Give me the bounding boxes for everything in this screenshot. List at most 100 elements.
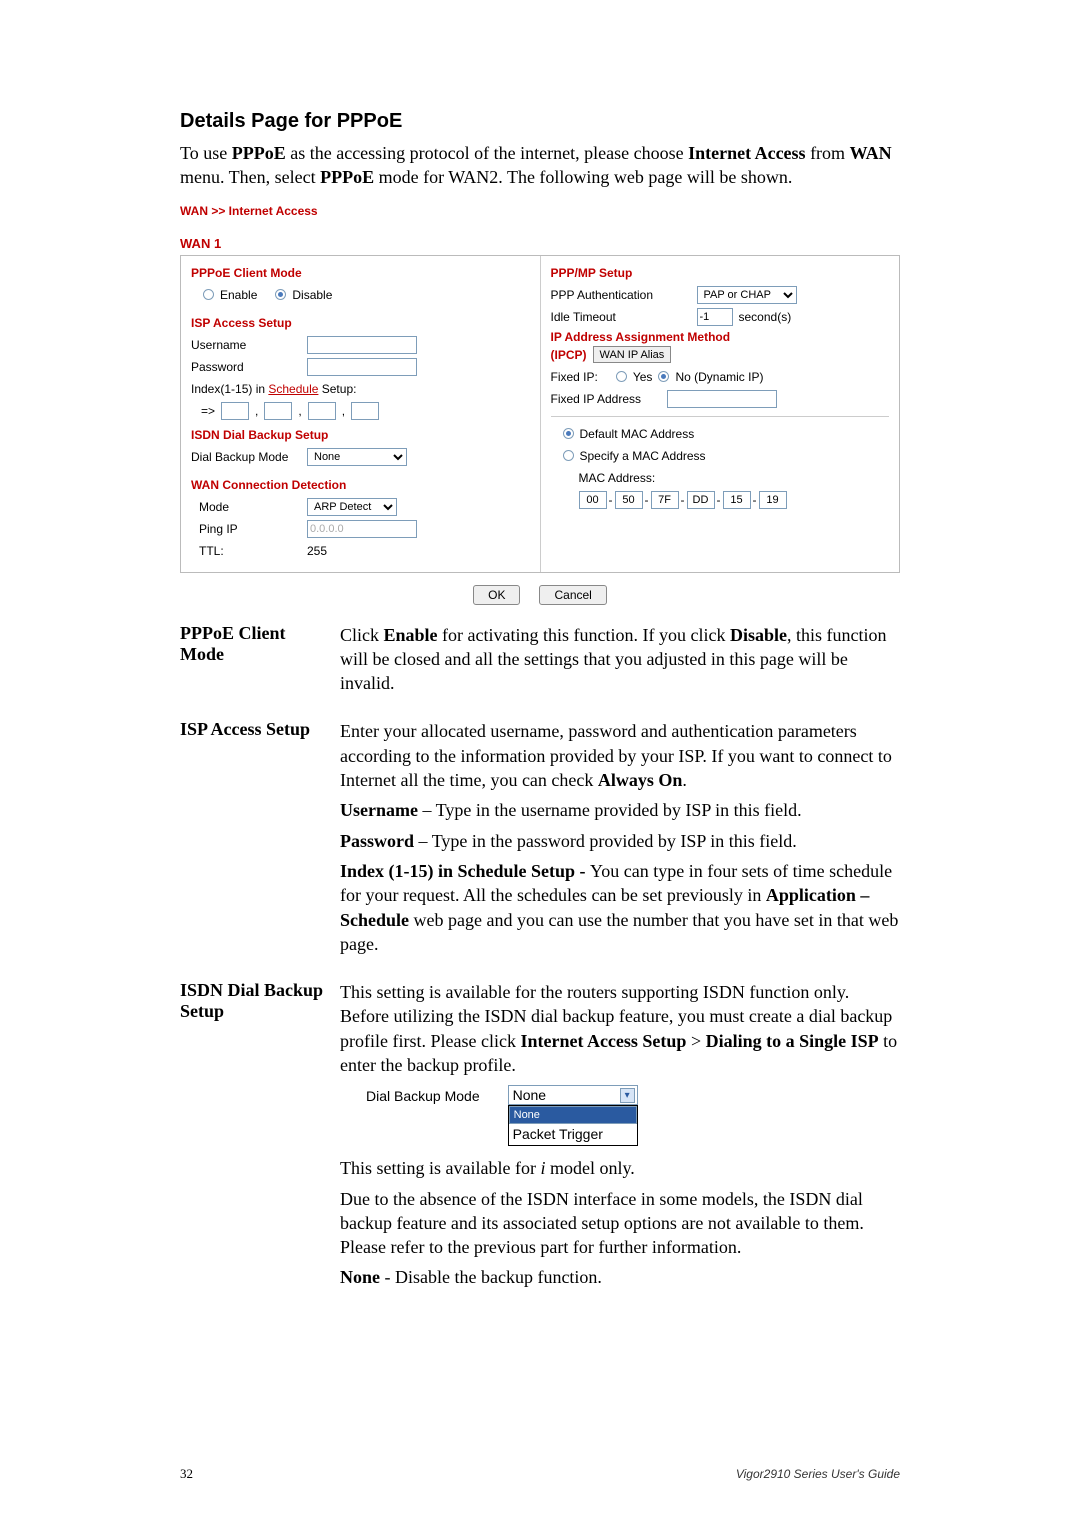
def-isdn-body: This setting is available for the router…: [340, 980, 900, 1296]
mac-input-1[interactable]: [579, 491, 607, 509]
isp-access-heading: ISP Access Setup: [191, 316, 530, 330]
schedule-index-pre: Index(1-15) in: [191, 382, 268, 396]
bold: Enable: [384, 625, 438, 645]
schedule-link[interactable]: Schedule: [268, 382, 318, 396]
isdn-heading: ISDN Dial Backup Setup: [191, 428, 530, 442]
pingip-label: Ping IP: [191, 522, 301, 536]
chevron-down-icon: ▾: [620, 1088, 635, 1103]
idle-unit: second(s): [739, 310, 792, 324]
txt: web page and you can use the number that…: [340, 910, 898, 954]
password-input[interactable]: [307, 358, 417, 376]
txt: Click: [340, 625, 384, 645]
ttl-value: 255: [307, 544, 327, 558]
txt: – Type in the password provided by ISP i…: [414, 831, 797, 851]
bold: Password: [340, 831, 414, 851]
schedule-input-1[interactable]: [221, 402, 249, 420]
fixedaddr-label: Fixed IP Address: [551, 392, 661, 406]
intro-text: from: [806, 143, 850, 163]
auth-select[interactable]: PAP or CHAP: [697, 286, 797, 304]
dial-backup-illustration: Dial Backup Mode None ▾ None Packet Trig…: [366, 1085, 900, 1146]
def-isdn-term: ISDN Dial Backup Setup: [180, 980, 340, 1296]
intro-paragraph: To use PPPoE as the accessing protocol o…: [180, 141, 900, 190]
wan-ip-alias-button[interactable]: WAN IP Alias: [593, 346, 672, 363]
bold: Index (1-15) in Schedule Setup -: [340, 861, 590, 881]
bold: None: [340, 1267, 380, 1287]
fixedip-yes-label: Yes: [633, 370, 653, 384]
fixedip-no-radio[interactable]: [658, 371, 669, 382]
page-number: 32: [180, 1466, 193, 1482]
mode-label: Mode: [191, 500, 301, 514]
fixedip-no-label: No (Dynamic IP): [675, 370, 763, 384]
password-label: Password: [191, 360, 301, 374]
breadcrumb: WAN >> Internet Access: [180, 204, 900, 218]
dd-item-packet-trigger[interactable]: Packet Trigger: [509, 1124, 637, 1145]
panel-left: PPPoE Client Mode Enable Disable ISP Acc…: [181, 256, 540, 572]
bold: Username: [340, 800, 418, 820]
ok-button[interactable]: OK: [473, 585, 520, 605]
dd-list: None Packet Trigger: [508, 1105, 638, 1146]
pppoe-client-mode-heading: PPPoE Client Mode: [191, 266, 530, 280]
idle-label: Idle Timeout: [551, 310, 691, 324]
txt: >: [686, 1031, 705, 1051]
mac-input-6[interactable]: [759, 491, 787, 509]
mac-input-4[interactable]: [687, 491, 715, 509]
bold: Disable: [730, 625, 787, 645]
disable-label: Disable: [292, 288, 332, 302]
fixedaddr-input[interactable]: [667, 390, 777, 408]
intro-text: as the accessing protocol of the interne…: [286, 143, 688, 163]
mac-input-5[interactable]: [723, 491, 751, 509]
username-input[interactable]: [307, 336, 417, 354]
bold: Dialing to a Single ISP: [706, 1031, 879, 1051]
txt: - Disable the backup function.: [380, 1267, 602, 1287]
ppp-heading: PPP/MP Setup: [551, 266, 890, 280]
schedule-input-3[interactable]: [308, 402, 336, 420]
mac-input-2[interactable]: [615, 491, 643, 509]
wan-detect-heading: WAN Connection Detection: [191, 478, 530, 492]
txt: This setting is available for: [340, 1158, 540, 1178]
def-pppoe-term: PPPoE Client Mode: [180, 623, 340, 702]
intro-text: menu. Then, select: [180, 167, 320, 187]
txt: model only.: [545, 1158, 634, 1178]
fixedip-label: Fixed IP:: [551, 370, 598, 384]
dd-item-none[interactable]: None: [509, 1106, 637, 1124]
intro-bold: PPPoE: [232, 143, 286, 163]
wan-label: WAN 1: [180, 236, 900, 251]
intro-bold: WAN: [850, 143, 892, 163]
section-title: Details Page for PPPoE: [180, 110, 900, 133]
intro-text: To use: [180, 143, 232, 163]
def-isp-term: ISP Access Setup: [180, 719, 340, 962]
mac-specify-label: Specify a MAC Address: [580, 449, 706, 463]
intro-text: mode for WAN2. The following web page wi…: [374, 167, 792, 187]
schedule-index-post: Setup:: [318, 382, 356, 396]
schedule-input-2[interactable]: [264, 402, 292, 420]
mode-select[interactable]: ARP Detect: [307, 498, 397, 516]
enable-radio[interactable]: [203, 289, 214, 300]
def-pppoe-body: Click Enable for activating this functio…: [340, 623, 900, 702]
schedule-input-4[interactable]: [351, 402, 379, 420]
cancel-button[interactable]: Cancel: [539, 585, 606, 605]
disable-radio[interactable]: [275, 289, 286, 300]
dd-select[interactable]: None ▾: [508, 1085, 638, 1105]
footer: 32 Vigor2910 Series User's Guide: [0, 1466, 1080, 1482]
settings-panel: PPPoE Client Mode Enable Disable ISP Acc…: [180, 255, 900, 573]
auth-label: PPP Authentication: [551, 288, 691, 302]
bold: Always On: [598, 770, 683, 790]
dd-label: Dial Backup Mode: [366, 1085, 480, 1106]
dial-backup-select[interactable]: None: [307, 448, 407, 466]
idle-input[interactable]: [697, 308, 733, 326]
mac-input-3[interactable]: [651, 491, 679, 509]
guide-name: Vigor2910 Series User's Guide: [736, 1467, 900, 1481]
mac-specify-radio[interactable]: [563, 450, 574, 461]
ttl-label: TTL:: [191, 544, 301, 558]
mac-default-radio[interactable]: [563, 428, 574, 439]
dd-selected-value: None: [513, 1086, 546, 1105]
dial-backup-label: Dial Backup Mode: [191, 450, 301, 464]
txt: – Type in the username provided by ISP i…: [418, 800, 802, 820]
bold: Internet Access Setup: [520, 1031, 686, 1051]
intro-bold: Internet Access: [688, 143, 805, 163]
mac-label: MAC Address:: [579, 471, 656, 485]
txt: Due to the absence of the ISDN interface…: [340, 1187, 900, 1260]
fixedip-yes-radio[interactable]: [616, 371, 627, 382]
intro-bold: PPPoE: [320, 167, 374, 187]
schedule-index-label: Index(1-15) in Schedule Setup:: [191, 382, 356, 396]
